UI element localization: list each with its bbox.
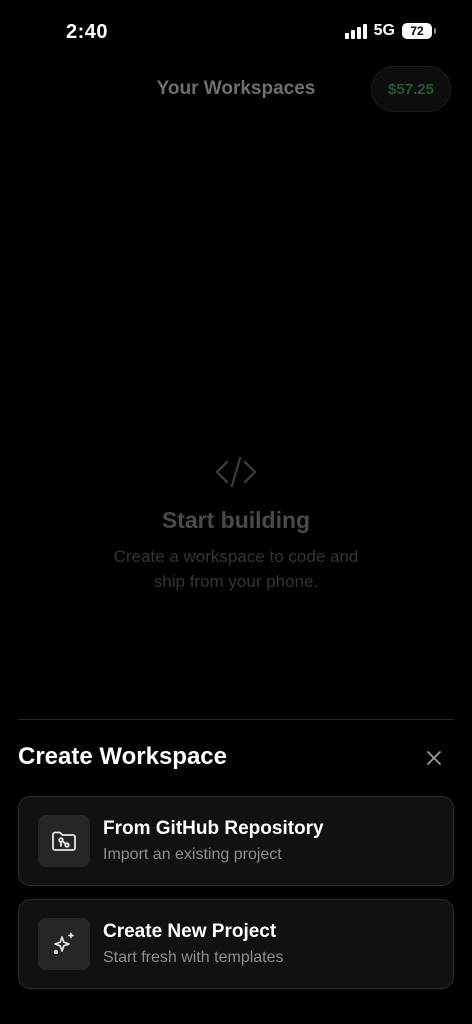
close-button[interactable] — [420, 744, 448, 772]
sparkles-icon — [53, 932, 74, 955]
status-time: 2:40 — [66, 21, 109, 43]
sheet-title: Create Workspace — [18, 743, 227, 770]
empty-state-description: Create a workspace to code and ship from… — [113, 547, 359, 591]
option-subtitle: Import an existing project — [103, 846, 282, 863]
folder-git-icon — [52, 831, 76, 851]
create-new-project-option[interactable]: Create New Project Start fresh with temp… — [18, 899, 454, 989]
option-title: From GitHub Repository — [103, 818, 324, 839]
battery-icon: 72 — [402, 23, 436, 39]
sheet-divider — [18, 719, 454, 720]
from-github-option[interactable]: From GitHub Repository Import an existin… — [18, 796, 454, 886]
option-icon-box — [38, 815, 90, 867]
option-icon-box — [38, 918, 90, 970]
create-workspace-sheet: Create Workspace From GitHub Repository … — [0, 719, 472, 1024]
status-bar: 2:40 5G 72 — [0, 0, 472, 64]
network-type: 5G — [373, 22, 395, 39]
option-title: Create New Project — [103, 921, 277, 942]
code-icon — [215, 456, 257, 488]
status-indicators: 5G 72 — [344, 22, 436, 40]
empty-state-title: Start building — [161, 507, 311, 533]
empty-state: Start building Create a workspace to cod… — [0, 452, 472, 594]
close-icon — [427, 751, 441, 765]
signal-icon — [344, 23, 367, 39]
balance-badge[interactable]: $57.25 — [371, 66, 451, 112]
option-subtitle: Start fresh with templates — [103, 949, 284, 966]
battery-level: 72 — [410, 24, 424, 38]
